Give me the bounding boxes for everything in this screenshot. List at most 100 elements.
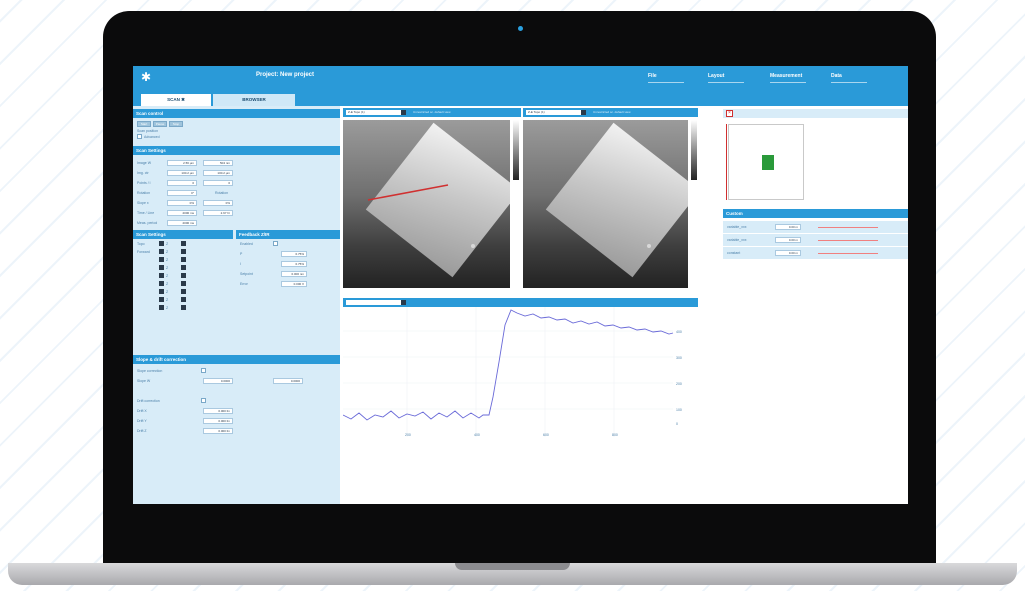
channel-dropdown-icon[interactable] bbox=[181, 241, 186, 246]
scan-setting-value[interactable]: 504 nm bbox=[203, 160, 233, 166]
slope-value[interactable]: 0.000 fm bbox=[203, 418, 233, 424]
channel-dropdown-icon[interactable] bbox=[181, 297, 186, 302]
panel-note: Unrestricted sc. default view bbox=[593, 110, 631, 114]
custom-row: constant 0.00 m bbox=[723, 247, 908, 259]
scan-setting-label: Image W bbox=[137, 161, 152, 165]
tab-bar: SCAN ✖ BROWSER bbox=[133, 93, 908, 106]
scan-setting-value[interactable]: 0% bbox=[203, 200, 233, 206]
scan-setting-value[interactable]: 0 bbox=[203, 180, 233, 186]
preview-header: × bbox=[723, 109, 908, 118]
scan-setting-label: Points / l bbox=[137, 181, 151, 185]
channel-dropdown-icon[interactable] bbox=[159, 265, 164, 270]
channel-dropdown-icon[interactable] bbox=[181, 265, 186, 270]
left-panel: Scan control Start Pause Stop Scan posit… bbox=[133, 106, 340, 504]
custom-label: variable_xxx bbox=[727, 225, 747, 229]
panel-note: Unrestricted sc. default view bbox=[413, 110, 451, 114]
tab-scan[interactable]: SCAN ✖ bbox=[141, 94, 211, 106]
scan-setting-value[interactable]: 100.2 µm bbox=[167, 170, 197, 176]
scan-setting-label: Rotation bbox=[137, 191, 151, 195]
channel-value: Z bbox=[166, 282, 169, 286]
menu-file[interactable]: File bbox=[648, 73, 684, 83]
slope-value[interactable]: 0.0000 bbox=[203, 378, 233, 384]
slope-value[interactable]: 0.0000 bbox=[273, 378, 303, 384]
custom-slider[interactable] bbox=[818, 227, 878, 228]
channel-dropdown-icon[interactable] bbox=[159, 305, 164, 310]
scan-setting-value[interactable]: 100.2 µm bbox=[203, 170, 233, 176]
graph-select[interactable] bbox=[346, 300, 406, 305]
channel-dropdown-icon[interactable] bbox=[159, 297, 164, 302]
advanced-checkbox[interactable] bbox=[137, 134, 142, 139]
channel-dropdown-icon[interactable] bbox=[159, 249, 164, 254]
channel-select[interactable]: Z-E Topo (1) bbox=[526, 110, 586, 115]
feedback-value[interactable]: 0.000 V bbox=[281, 281, 307, 287]
tab-browser[interactable]: BROWSER bbox=[213, 94, 295, 106]
scan-setting-value[interactable]: 2.97 hr bbox=[203, 210, 233, 216]
start-button[interactable]: Start bbox=[137, 121, 151, 127]
channel-dropdown-icon[interactable] bbox=[159, 289, 164, 294]
channel-dropdown-icon[interactable] bbox=[181, 281, 186, 286]
scan-setting-value[interactable]: 0° bbox=[167, 190, 197, 196]
menu-layout[interactable]: Layout bbox=[708, 73, 744, 83]
chevron-down-icon bbox=[581, 110, 586, 115]
channel-select[interactable]: Z-E Topo (1) bbox=[346, 110, 406, 115]
scan-setting-value[interactable]: 2000 ms bbox=[167, 220, 197, 226]
rotation-label: Rotation bbox=[215, 191, 229, 195]
slope-label: Drift Z bbox=[137, 429, 147, 433]
pause-button[interactable]: Pause bbox=[153, 121, 167, 127]
custom-value[interactable]: 0.00 m bbox=[775, 250, 801, 256]
advanced-label: Advanced bbox=[144, 135, 160, 139]
app-logo-icon[interactable]: ✱ bbox=[141, 70, 151, 84]
channel-value: Z bbox=[166, 298, 169, 302]
stop-button[interactable]: Stop bbox=[169, 121, 183, 127]
image-panel-1-header: Z-E Topo (1) Unrestricted sc. default vi… bbox=[343, 108, 521, 117]
channel-dropdown-icon[interactable] bbox=[159, 273, 164, 278]
feedback-value[interactable]: 0.75% bbox=[281, 261, 307, 267]
channel-value: Z bbox=[166, 242, 169, 246]
channel-label: Topo bbox=[137, 242, 145, 246]
feedback-label: Enabled bbox=[240, 242, 253, 246]
scan-setting-label: Slope x bbox=[137, 201, 149, 205]
feedback-value[interactable]: 0.000 nm bbox=[281, 271, 307, 277]
channel-dropdown-icon[interactable] bbox=[159, 257, 164, 262]
slope-value[interactable]: 0.000 fm bbox=[203, 408, 233, 414]
top-bar: ✱ Project: New project File Layout Measu… bbox=[133, 66, 908, 93]
x-tick: 200 bbox=[405, 433, 411, 437]
scan-image-2[interactable] bbox=[523, 120, 688, 288]
slope-correction-checkbox[interactable] bbox=[201, 368, 206, 373]
slope-value[interactable]: 0.000 fm bbox=[203, 428, 233, 434]
feedback-enabled-checkbox[interactable] bbox=[273, 241, 278, 246]
custom-header: Custom bbox=[723, 209, 908, 218]
scan-image-1[interactable] bbox=[343, 120, 510, 288]
channel-dropdown-icon[interactable] bbox=[181, 249, 186, 254]
scan-area-marker bbox=[762, 155, 774, 170]
feedback-label: Error bbox=[240, 282, 248, 286]
scan-position-label: Scan position bbox=[137, 129, 159, 133]
y-tick: 200 bbox=[676, 382, 682, 386]
channel-dropdown-icon[interactable] bbox=[159, 281, 164, 286]
drift-correction-checkbox[interactable] bbox=[201, 398, 206, 403]
overview-map[interactable] bbox=[728, 124, 804, 200]
custom-value[interactable]: 0.00 m bbox=[775, 237, 801, 243]
scan-settings-header: Scan Settings bbox=[133, 146, 340, 155]
channel-dropdown-icon[interactable] bbox=[181, 305, 186, 310]
channel-value: Z bbox=[166, 266, 169, 270]
laptop-notch bbox=[455, 563, 570, 570]
channel-dropdown-icon[interactable] bbox=[181, 257, 186, 262]
custom-value[interactable]: 0.00 m bbox=[775, 224, 801, 230]
scan-setting-value[interactable]: 2.56 µm bbox=[167, 160, 197, 166]
scan-setting-value[interactable]: 2000 ms bbox=[167, 210, 197, 216]
channel-dropdown-icon[interactable] bbox=[181, 289, 186, 294]
scan-setting-value[interactable]: 0 bbox=[167, 180, 197, 186]
feedback-value[interactable]: 0.75% bbox=[281, 251, 307, 257]
color-scale bbox=[513, 120, 519, 180]
channel-dropdown-icon[interactable] bbox=[159, 241, 164, 246]
custom-slider[interactable] bbox=[818, 253, 878, 254]
menu-data[interactable]: Data bbox=[831, 73, 867, 83]
profile-plot[interactable]: 200 400 600 800 400 300 200 100 0 bbox=[343, 307, 698, 441]
close-icon[interactable]: × bbox=[726, 110, 733, 117]
channel-dropdown-icon[interactable] bbox=[181, 273, 186, 278]
scan-setting-value[interactable]: 0% bbox=[167, 200, 197, 206]
graph-header bbox=[343, 298, 698, 307]
custom-slider[interactable] bbox=[818, 240, 878, 241]
menu-measurement[interactable]: Measurement bbox=[770, 73, 806, 83]
